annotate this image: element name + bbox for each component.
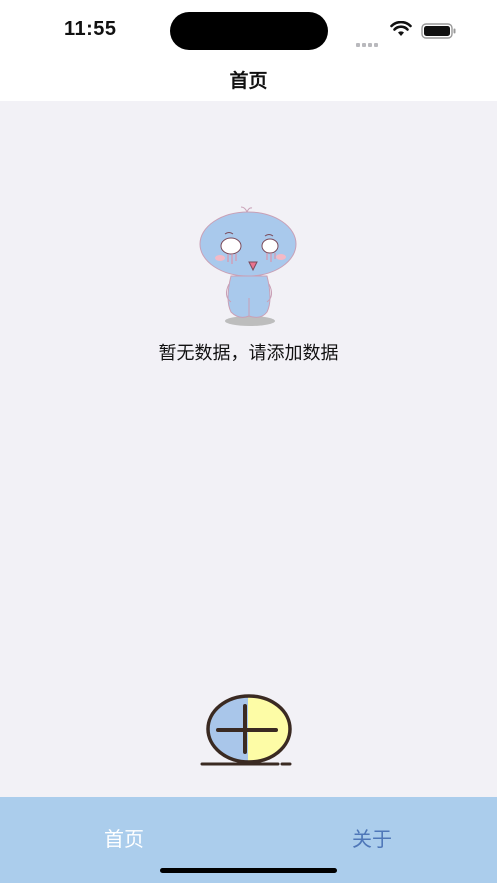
- tab-about-label: 关于: [352, 827, 392, 851]
- add-button[interactable]: [198, 690, 298, 770]
- cellular-signal-icon: [356, 32, 380, 51]
- tab-about[interactable]: 关于: [248, 797, 496, 877]
- empty-state-message: 暂无数据，请添加数据: [158, 343, 339, 364]
- tab-home-label: 首页: [104, 827, 144, 851]
- page-title: 首页: [229, 70, 268, 92]
- status-bar: 11:55: [0, 0, 497, 60]
- navigation-bar: 首页: [0, 60, 497, 101]
- plus-circle-icon: [200, 694, 292, 766]
- dynamic-island: [170, 12, 328, 50]
- status-time: 11:55: [64, 18, 117, 40]
- tab-home[interactable]: 首页: [0, 797, 248, 877]
- wifi-icon: [390, 20, 412, 41]
- home-indicator[interactable]: [160, 868, 337, 873]
- battery-icon: [421, 23, 457, 43]
- blue-mascot-illustration: [195, 204, 303, 332]
